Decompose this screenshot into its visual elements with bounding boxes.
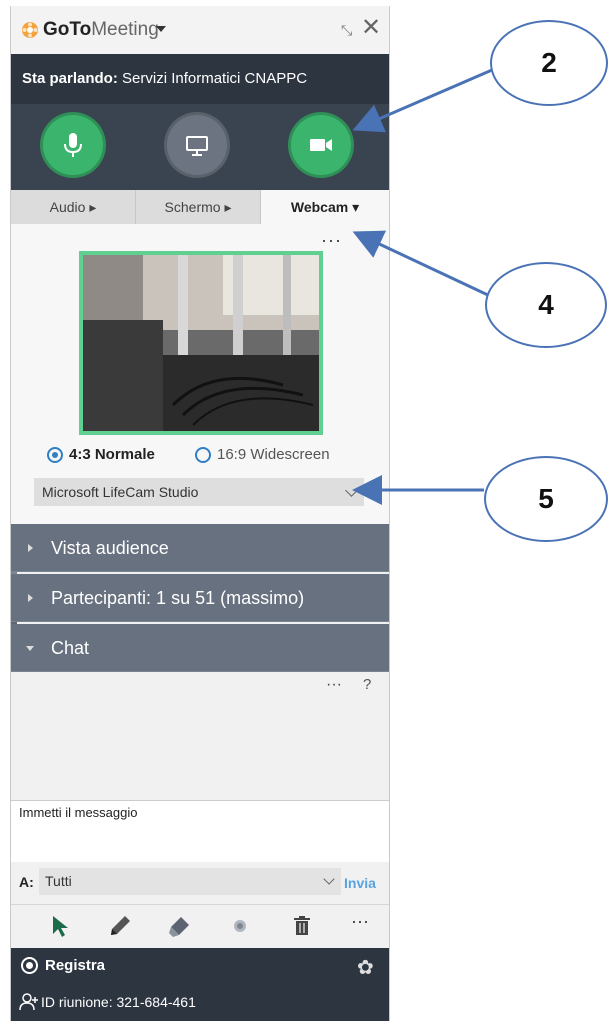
arrow-4 <box>352 230 491 298</box>
callout-2: 2 <box>490 20 608 106</box>
callout-4: 4 <box>485 262 607 348</box>
callout-5: 5 <box>484 456 608 542</box>
arrow-2 <box>352 68 493 133</box>
